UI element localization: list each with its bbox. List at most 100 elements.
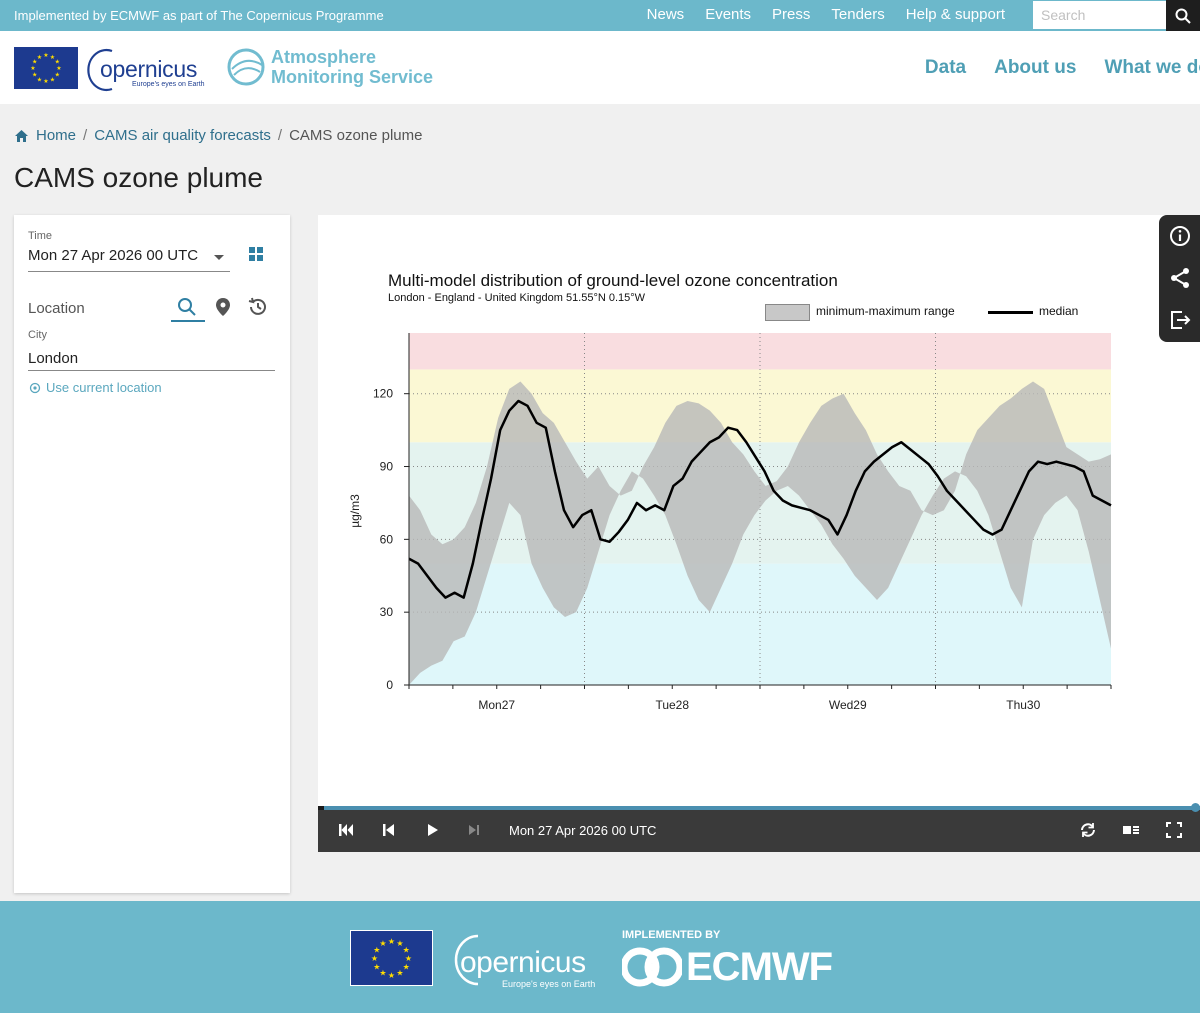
main-nav-about-us[interactable]: About us bbox=[994, 57, 1076, 79]
grid-view-icon[interactable] bbox=[249, 247, 263, 261]
eu-star-icon: ★ bbox=[379, 969, 386, 978]
legend-toggle-icon[interactable] bbox=[1122, 821, 1140, 839]
eu-star-icon: ★ bbox=[32, 72, 37, 79]
eu-star-icon: ★ bbox=[55, 72, 60, 79]
x-tick-label: Tue28 bbox=[655, 698, 689, 712]
top-nav-press[interactable]: Press bbox=[772, 6, 810, 23]
service-name[interactable]: Atmosphere Monitoring Service bbox=[271, 47, 433, 87]
history-icon[interactable] bbox=[247, 296, 269, 318]
main-nav: Data About us What we do bbox=[925, 57, 1200, 79]
eu-star-icon: ★ bbox=[379, 939, 386, 948]
legend-median-swatch bbox=[988, 311, 1033, 314]
eu-star-icon: ★ bbox=[388, 971, 395, 980]
eu-star-icon: ★ bbox=[37, 54, 42, 61]
eu-star-icon: ★ bbox=[371, 954, 378, 963]
breadcrumb-current: CAMS ozone plume bbox=[289, 127, 423, 144]
home-icon[interactable] bbox=[14, 129, 29, 143]
eu-star-icon: ★ bbox=[55, 59, 60, 66]
aqi-band bbox=[409, 333, 1111, 370]
progress-handle[interactable] bbox=[1191, 803, 1200, 812]
x-tick-label: Thu30 bbox=[1006, 698, 1040, 712]
player-time: Mon 27 Apr 2026 00 UTC bbox=[509, 823, 657, 838]
chart-title: Multi-model distribution of ground-level… bbox=[388, 271, 838, 290]
breadcrumb-separator: / bbox=[83, 127, 88, 144]
y-tick-label: 60 bbox=[380, 532, 394, 546]
x-tick-label: Mon27 bbox=[478, 698, 515, 712]
fullscreen-icon[interactable] bbox=[1165, 821, 1183, 839]
eu-star-icon: ★ bbox=[373, 962, 380, 971]
footer-eu-flag-logo[interactable]: ★ ★ ★ ★ ★ ★ ★ ★ ★ ★ ★ ★ bbox=[350, 930, 433, 986]
step-forward-icon[interactable] bbox=[465, 821, 483, 839]
legend-range-label: minimum-maximum range bbox=[816, 304, 955, 318]
breadcrumb-parent[interactable]: CAMS air quality forecasts bbox=[94, 127, 271, 144]
y-tick-label: 0 bbox=[386, 678, 393, 692]
atmosphere-globe-icon[interactable] bbox=[224, 45, 268, 89]
eu-star-icon: ★ bbox=[30, 65, 35, 72]
ecmwf-logo[interactable]: ECMWF bbox=[622, 945, 872, 990]
legend-median-label: median bbox=[1039, 304, 1079, 318]
breadcrumb: Home / CAMS air quality forecasts / CAMS… bbox=[14, 127, 423, 144]
progress-fill bbox=[324, 806, 1200, 810]
share-icon[interactable] bbox=[1168, 266, 1192, 290]
progress-track[interactable] bbox=[318, 803, 1200, 812]
city-input[interactable] bbox=[28, 347, 275, 371]
city-label: City bbox=[28, 329, 47, 341]
top-nav-tenders[interactable]: Tenders bbox=[831, 6, 884, 23]
eu-flag-logo[interactable]: ★ ★ ★ ★ ★ ★ ★ ★ ★ ★ ★ ★ bbox=[14, 47, 78, 89]
eu-star-icon: ★ bbox=[396, 969, 403, 978]
top-nav-help-support[interactable]: Help & support bbox=[906, 6, 1005, 23]
chart-panel: 0 30 60 90 120 Mon27 Tue28 Wed29 Thu30 µg/m3 Mult… bbox=[318, 215, 1200, 806]
ecmwf-symbol-icon bbox=[622, 947, 682, 987]
page-title: CAMS ozone plume bbox=[14, 162, 264, 193]
site-footer: ★ ★ ★ ★ ★ ★ ★ ★ ★ ★ ★ ★ opernicus Europe's eyes on … bbox=[0, 901, 1200, 1013]
top-bar: Implemented by ECMWF as part of The Cope… bbox=[0, 0, 1200, 31]
active-tab-indicator bbox=[171, 320, 205, 322]
main-nav-what-we-do[interactable]: What we do bbox=[1104, 57, 1200, 79]
eu-star-icon: ★ bbox=[50, 76, 55, 83]
breadcrumb-separator: / bbox=[277, 127, 283, 144]
eu-star-icon: ★ bbox=[403, 962, 410, 971]
animation-player: Mon 27 Apr 2026 00 UTC bbox=[318, 803, 1200, 852]
info-icon[interactable] bbox=[1168, 224, 1192, 248]
chevron-down-icon bbox=[214, 255, 224, 260]
top-nav-news[interactable]: News bbox=[647, 6, 685, 23]
search-icon[interactable] bbox=[176, 296, 198, 318]
skip-to-start-icon[interactable] bbox=[337, 821, 355, 839]
crosshair-icon bbox=[29, 382, 41, 393]
use-current-location-link[interactable]: Use current location bbox=[29, 380, 162, 395]
export-icon[interactable] bbox=[1168, 308, 1192, 332]
eu-star-icon: ★ bbox=[43, 52, 48, 59]
eu-star-icon: ★ bbox=[56, 65, 61, 72]
y-tick-label: 90 bbox=[380, 460, 394, 474]
search-input[interactable] bbox=[1033, 1, 1166, 29]
breadcrumb-home[interactable]: Home bbox=[36, 127, 76, 144]
step-back-icon[interactable] bbox=[380, 821, 398, 839]
main-nav-data[interactable]: Data bbox=[925, 57, 966, 79]
time-label: Time bbox=[28, 230, 53, 242]
site-header: ★ ★ ★ ★ ★ ★ ★ ★ ★ ★ ★ ★ opernicus Europe's eyes on … bbox=[0, 31, 1200, 104]
loop-icon[interactable] bbox=[1079, 821, 1097, 839]
map-pin-icon[interactable] bbox=[212, 296, 234, 318]
play-icon[interactable] bbox=[423, 821, 441, 839]
time-select-value: Mon 27 Apr 2026 00 UTC bbox=[28, 247, 199, 264]
location-label: Location bbox=[28, 300, 85, 317]
eu-star-icon: ★ bbox=[43, 78, 48, 85]
legend-range-swatch bbox=[765, 304, 810, 321]
implemented-by-text: Implemented by ECMWF as part of The Cope… bbox=[14, 8, 384, 23]
y-tick-label: 30 bbox=[380, 605, 394, 619]
search-icon bbox=[1175, 8, 1191, 24]
top-nav: News Events Press Tenders Help & support bbox=[647, 6, 1005, 23]
copernicus-logo[interactable]: opernicus Europe's eyes on Earth bbox=[82, 43, 207, 95]
y-axis-label: µg/m3 bbox=[348, 494, 362, 528]
controls-panel: Time Mon 27 Apr 2026 00 UTC Location Cit… bbox=[14, 215, 290, 893]
eu-stars-icon: ★ ★★★★★★★★★★★ bbox=[371, 937, 412, 980]
eu-stars-icon: ★ ★★★★★★★★★★★ bbox=[30, 52, 61, 85]
top-nav-events[interactable]: Events bbox=[705, 6, 751, 23]
search-button[interactable] bbox=[1166, 0, 1200, 31]
x-tick-label: Wed29 bbox=[829, 698, 867, 712]
time-select[interactable]: Mon 27 Apr 2026 00 UTC bbox=[28, 247, 230, 272]
eu-star-icon: ★ bbox=[388, 937, 395, 946]
chart-subtitle: London - England - United Kingdom 51.55°… bbox=[388, 292, 646, 304]
side-toolbar bbox=[1159, 215, 1200, 342]
footer-copernicus-logo[interactable]: opernicus Europe's eyes on Earth bbox=[440, 928, 600, 989]
